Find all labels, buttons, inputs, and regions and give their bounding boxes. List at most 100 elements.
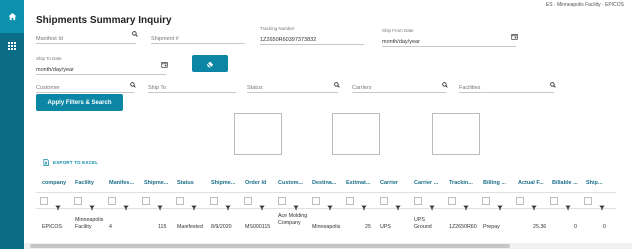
home-button[interactable] [0,0,24,33]
column-filter-input[interactable] [448,197,456,205]
context-text: ES · Minneapolis Facility · EPICOS [545,2,624,8]
column-filter-input[interactable] [278,197,286,205]
eraser-icon [206,61,214,67]
column-filter-input[interactable] [108,197,116,205]
calendar-icon[interactable] [161,55,168,73]
column-filter-input[interactable] [40,197,48,205]
customer-placeholder: Customer [36,85,60,91]
grid-header-row: company Facility Manifes... Shipme... St… [36,175,616,193]
search-icon[interactable] [442,75,448,93]
column-filter-input[interactable] [346,197,354,205]
column-filter-input[interactable] [584,197,592,205]
cell-carrier: UPS [380,224,391,230]
tracking-number-label: Tracking Number [260,26,295,31]
search-icon[interactable] [334,75,340,93]
ship-to-placeholder: Ship To [148,85,167,91]
column-header[interactable]: Status [177,180,194,186]
customer-field[interactable]: Customer [36,81,136,93]
column-header[interactable]: Billing ... [483,180,506,186]
tracking-number-value: 1Z2650R60397373832 [260,37,317,43]
column-header[interactable]: Actual F... [518,180,544,186]
top-bar: ES · Minneapolis Facility · EPICOS [0,0,632,12]
column-header[interactable]: Carrier [380,180,398,186]
column-header[interactable]: Trackin... [449,180,473,186]
cell-carrier-service: UPS Ground [414,217,432,230]
column-filter-input[interactable] [516,197,524,205]
cell-status: Manifested [177,224,203,230]
column-header[interactable]: Shipme... [144,180,168,186]
column-header[interactable]: Estimat... [346,180,370,186]
cell-ship-date: 8/9/2020 [211,224,232,230]
facilities-field[interactable]: Facilities [459,81,556,93]
column-header[interactable]: Ship... [586,180,603,186]
column-filter-input[interactable] [482,197,490,205]
column-header[interactable]: Order Id [245,180,266,186]
carriers-listbox[interactable] [332,113,380,155]
clear-filters-button[interactable] [192,55,228,72]
cell-estimated: 25 [365,224,371,230]
scrollbar-thumb[interactable] [30,244,510,248]
export-to-excel-button[interactable]: EXPORT TO EXCEL [43,159,98,166]
shipment-number-placeholder: Shipment # [151,36,179,42]
column-header[interactable]: Billable ... [552,180,578,186]
column-header[interactable]: company [42,180,66,186]
column-filter-input[interactable] [74,197,82,205]
column-filter-input[interactable] [142,197,150,205]
facilities-placeholder: Facilities [459,85,481,91]
cell-actual-freight: 25.36 [533,224,547,230]
cell-destination: Minneapolis [312,224,341,230]
shipment-number-field[interactable]: Shipment # [151,32,245,44]
facilities-listbox[interactable] [432,113,480,155]
ship-to-field[interactable]: Ship To [148,81,236,93]
ship-from-date-value: month/day/year [382,39,420,45]
manifest-id-placeholder: Manifest Id [36,36,63,42]
tracking-number-field[interactable]: Tracking Number 1Z2650R60397373832 [260,26,364,45]
export-label: EXPORT TO EXCEL [53,160,99,165]
carriers-field[interactable]: Carriers [352,81,448,93]
grid-icon [8,42,16,50]
ship-from-date-field[interactable]: Ship From Date month/day/year [382,28,518,47]
ship-to-date-value: month/day/year [36,67,74,73]
search-icon[interactable] [130,75,136,93]
status-field[interactable]: Status [247,81,340,93]
cell-ship: 0 [603,224,606,230]
ship-to-date-field[interactable]: Ship To Date month/day/year [36,56,168,75]
column-header[interactable]: Destina... [312,180,336,186]
calendar-icon[interactable] [511,27,518,45]
column-header[interactable]: Facility [75,180,94,186]
carriers-placeholder: Carriers [352,85,372,91]
manifest-id-field[interactable]: Manifest Id [36,31,138,44]
status-placeholder: Status [247,85,263,91]
apply-filters-button[interactable]: Apply Filters & Search [36,94,123,111]
column-filter-input[interactable] [176,197,184,205]
home-icon [7,12,17,21]
column-header[interactable]: Manifes... [109,180,134,186]
column-filter-input[interactable] [414,197,422,205]
cell-billing: Prepay [483,224,500,230]
table-row[interactable]: EPICOS Minneapolis Facility 4 115 Manife… [36,211,616,241]
column-filter-input[interactable] [550,197,558,205]
column-header[interactable]: Carrier ... [414,180,438,186]
column-filter-input[interactable] [380,197,388,205]
sidebar [0,0,24,249]
column-filter-input[interactable] [312,197,320,205]
cell-shipment: 115 [158,224,167,230]
column-filter-input[interactable] [244,197,252,205]
cell-billable: 0 [574,224,577,230]
column-header[interactable]: Custom... [278,180,303,186]
search-icon[interactable] [550,75,556,93]
column-header[interactable]: Shipme... [211,180,235,186]
cell-manifest: 4 [109,224,112,230]
cell-facility: Minneapolis Facility [75,217,104,230]
excel-icon [43,159,49,166]
column-filter-input[interactable] [210,197,218,205]
search-icon[interactable] [132,24,138,42]
ship-from-date-label: Ship From Date [382,28,414,33]
status-listbox[interactable] [234,113,282,155]
cell-company: EPICOS [42,224,63,230]
apps-button[interactable] [0,38,24,54]
grid-filter-row [36,195,616,211]
cell-customer: Ace Molding Company [278,213,308,226]
ship-to-date-label: Ship To Date [36,56,62,61]
cell-order-id: MS000115 [245,224,271,230]
